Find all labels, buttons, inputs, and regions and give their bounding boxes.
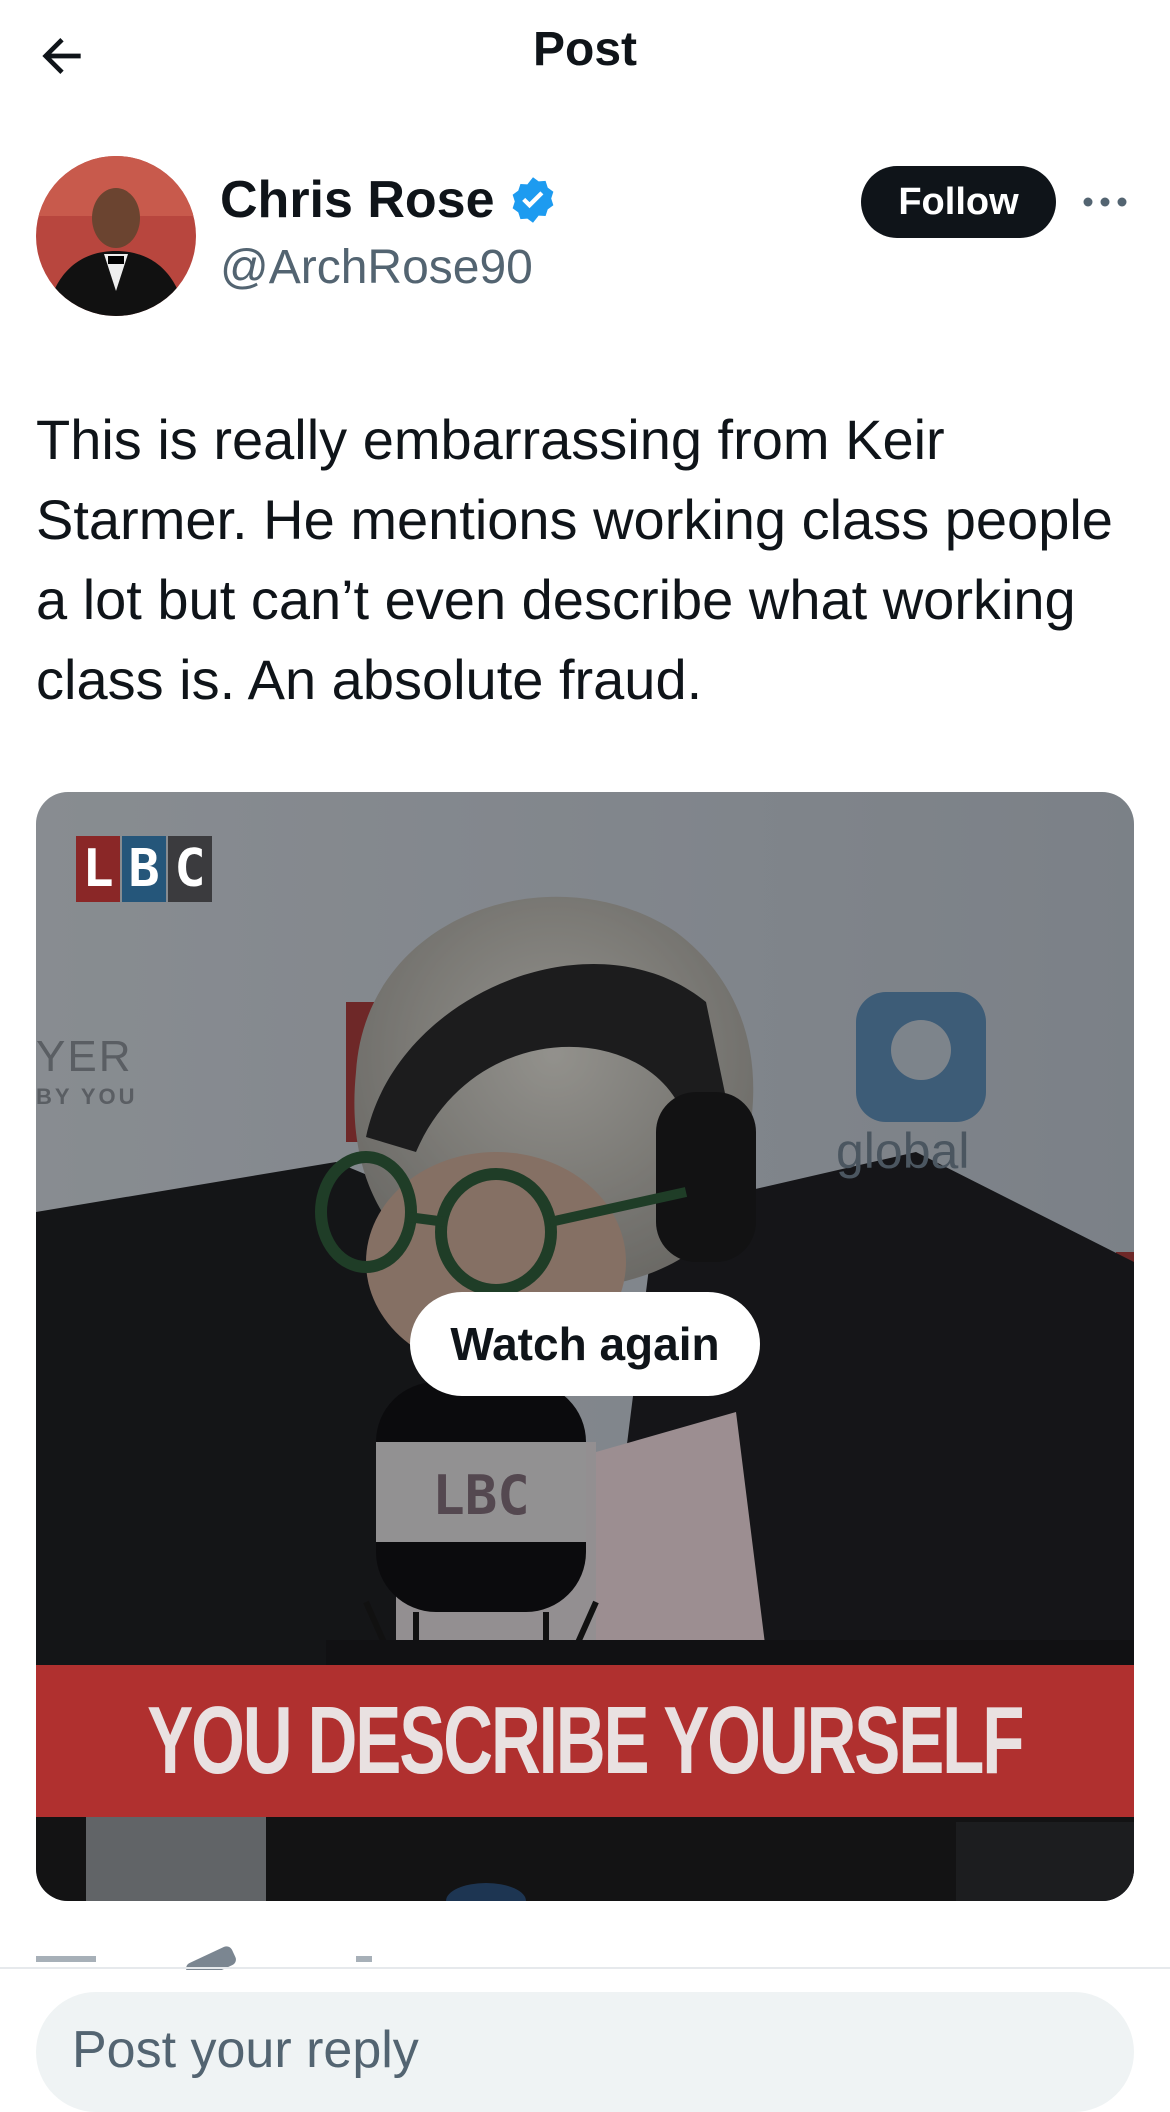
video-player[interactable]: LBC L B C YER BY YOU global YOU DESCRIBE… xyxy=(36,792,1134,1901)
lbc-logo-letter: C xyxy=(168,836,212,902)
backdrop-global-logo-text: global xyxy=(836,1123,970,1179)
source-icon xyxy=(36,1946,372,1970)
watch-again-button[interactable]: Watch again xyxy=(410,1292,760,1396)
page-title: Post xyxy=(532,23,637,76)
top-bar: Post xyxy=(0,0,1170,106)
lbc-logo: L B C xyxy=(76,836,212,902)
follow-button[interactable]: Follow xyxy=(861,166,1056,238)
post-text: This is really embarrassing from Keir St… xyxy=(36,408,1113,711)
author-handle[interactable]: @ArchRose90 xyxy=(220,240,533,295)
lbc-logo-letter: L xyxy=(76,836,120,902)
avatar[interactable] xyxy=(36,156,196,316)
verified-badge-icon xyxy=(512,177,553,223)
author-name-row[interactable]: Chris Rose xyxy=(220,170,559,230)
backdrop-text: YER xyxy=(36,1032,133,1081)
more-options-icon xyxy=(1083,197,1127,207)
video-caption-bar: YOU DESCRIBE YOURSELF xyxy=(36,1665,1134,1817)
more-options-button[interactable] xyxy=(1080,180,1130,224)
reply-placeholder: Post your reply xyxy=(72,2021,419,2079)
reply-input[interactable]: Post your reply xyxy=(36,1992,1134,2112)
lbc-logo-letter: B xyxy=(122,836,166,902)
author-name[interactable]: Chris Rose xyxy=(220,170,495,230)
backdrop-text: BY YOU xyxy=(36,1084,138,1109)
divider xyxy=(0,1967,1170,1969)
video-caption: YOU DESCRIBE YOURSELF xyxy=(147,1687,1024,1794)
post-source-row xyxy=(36,1940,376,1970)
